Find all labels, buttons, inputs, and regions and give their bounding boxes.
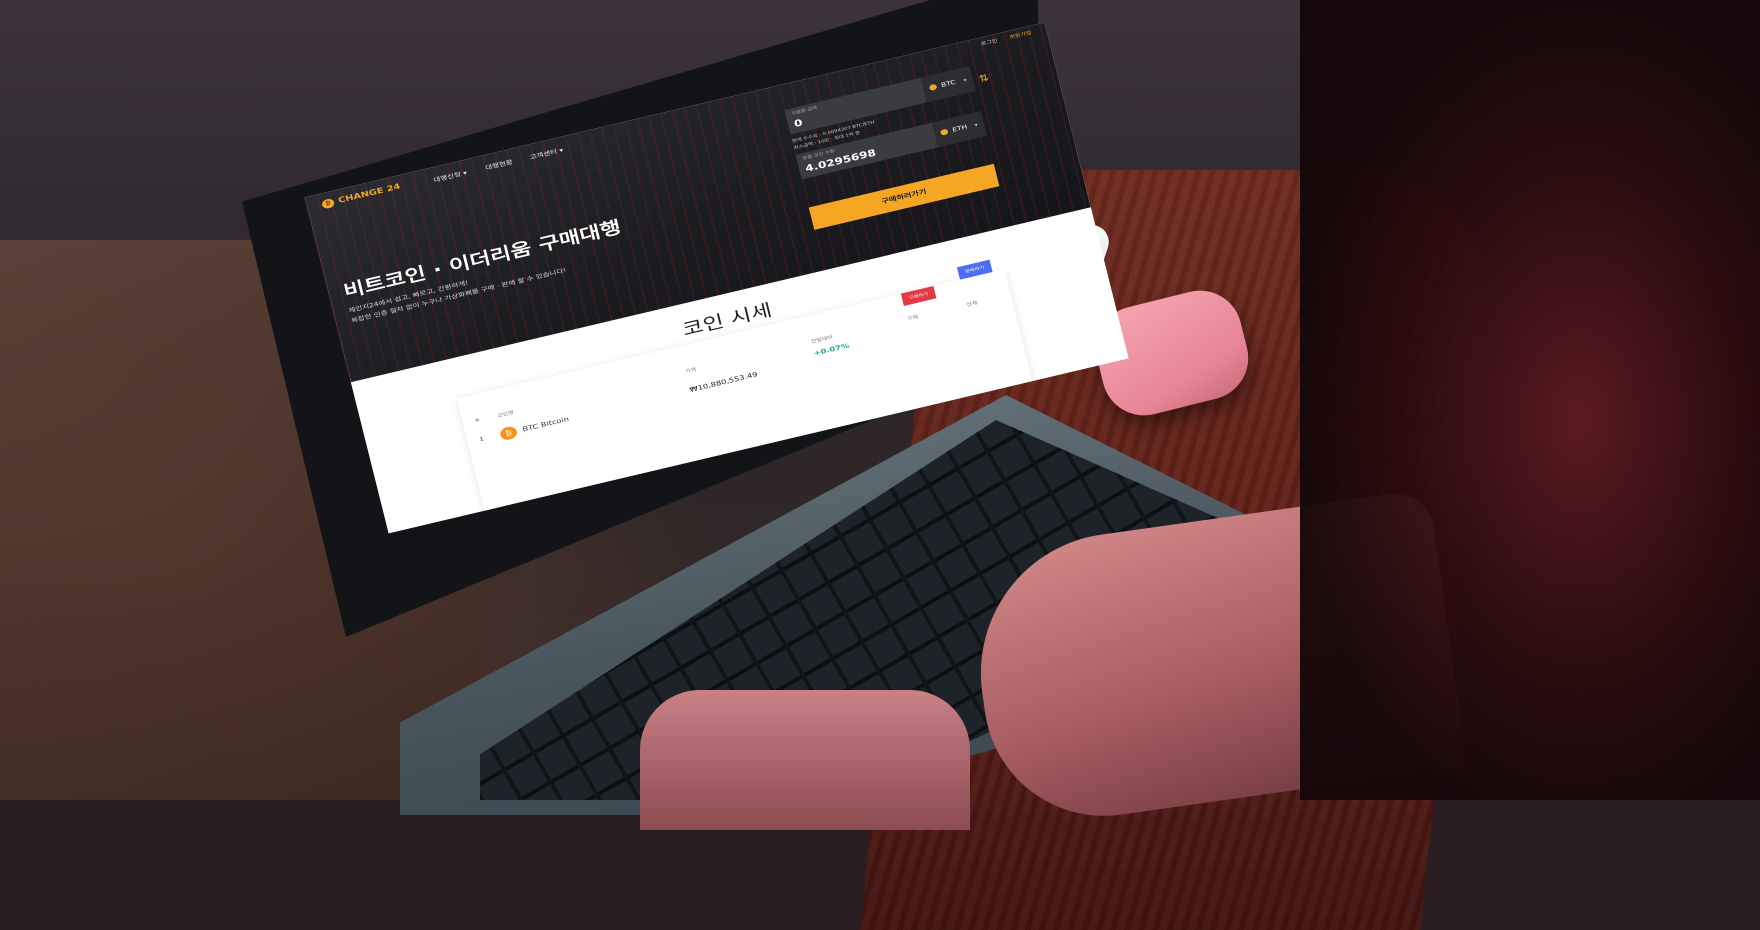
- field-value[interactable]: 4.0295698: [804, 147, 877, 174]
- field-value[interactable]: 0: [793, 117, 804, 130]
- ethereum-icon: [939, 128, 949, 136]
- left-hand: [640, 690, 970, 830]
- row-rank: 1: [479, 436, 485, 443]
- signup-link[interactable]: 회원가입: [1009, 30, 1032, 40]
- coin-label: ETH: [951, 123, 969, 134]
- buy-filter-button[interactable]: 구매하기: [900, 285, 937, 306]
- row-change: +0.07%: [813, 341, 850, 358]
- coin-label: BTC: [940, 79, 957, 89]
- column-header: 가격: [684, 366, 697, 375]
- logo-icon: ₿: [321, 197, 336, 210]
- person-arm: [1300, 0, 1760, 800]
- column-header: 구매: [906, 314, 919, 322]
- login-link[interactable]: 로그인: [980, 38, 998, 47]
- field-label: 지불할 금액: [791, 105, 818, 116]
- column-header: 전체: [965, 300, 978, 308]
- caret-down-icon: ▾: [974, 122, 979, 128]
- row-price: ₩10,880,553.49: [688, 370, 759, 394]
- bitcoin-icon: [928, 83, 938, 91]
- column-header: #: [474, 417, 481, 424]
- caret-down-icon: ▾: [962, 77, 968, 83]
- nav-apply[interactable]: 대행신청 ▾: [432, 168, 468, 184]
- nav-status[interactable]: 대행현황: [484, 157, 514, 172]
- column-header: 전일대비: [810, 334, 834, 345]
- column-header: 코인명: [496, 409, 515, 419]
- row-coin-name: BTC Bitcoin: [521, 415, 570, 434]
- bitcoin-icon: ₿: [498, 425, 519, 442]
- nav-support[interactable]: 고객센터 ▾: [529, 145, 564, 161]
